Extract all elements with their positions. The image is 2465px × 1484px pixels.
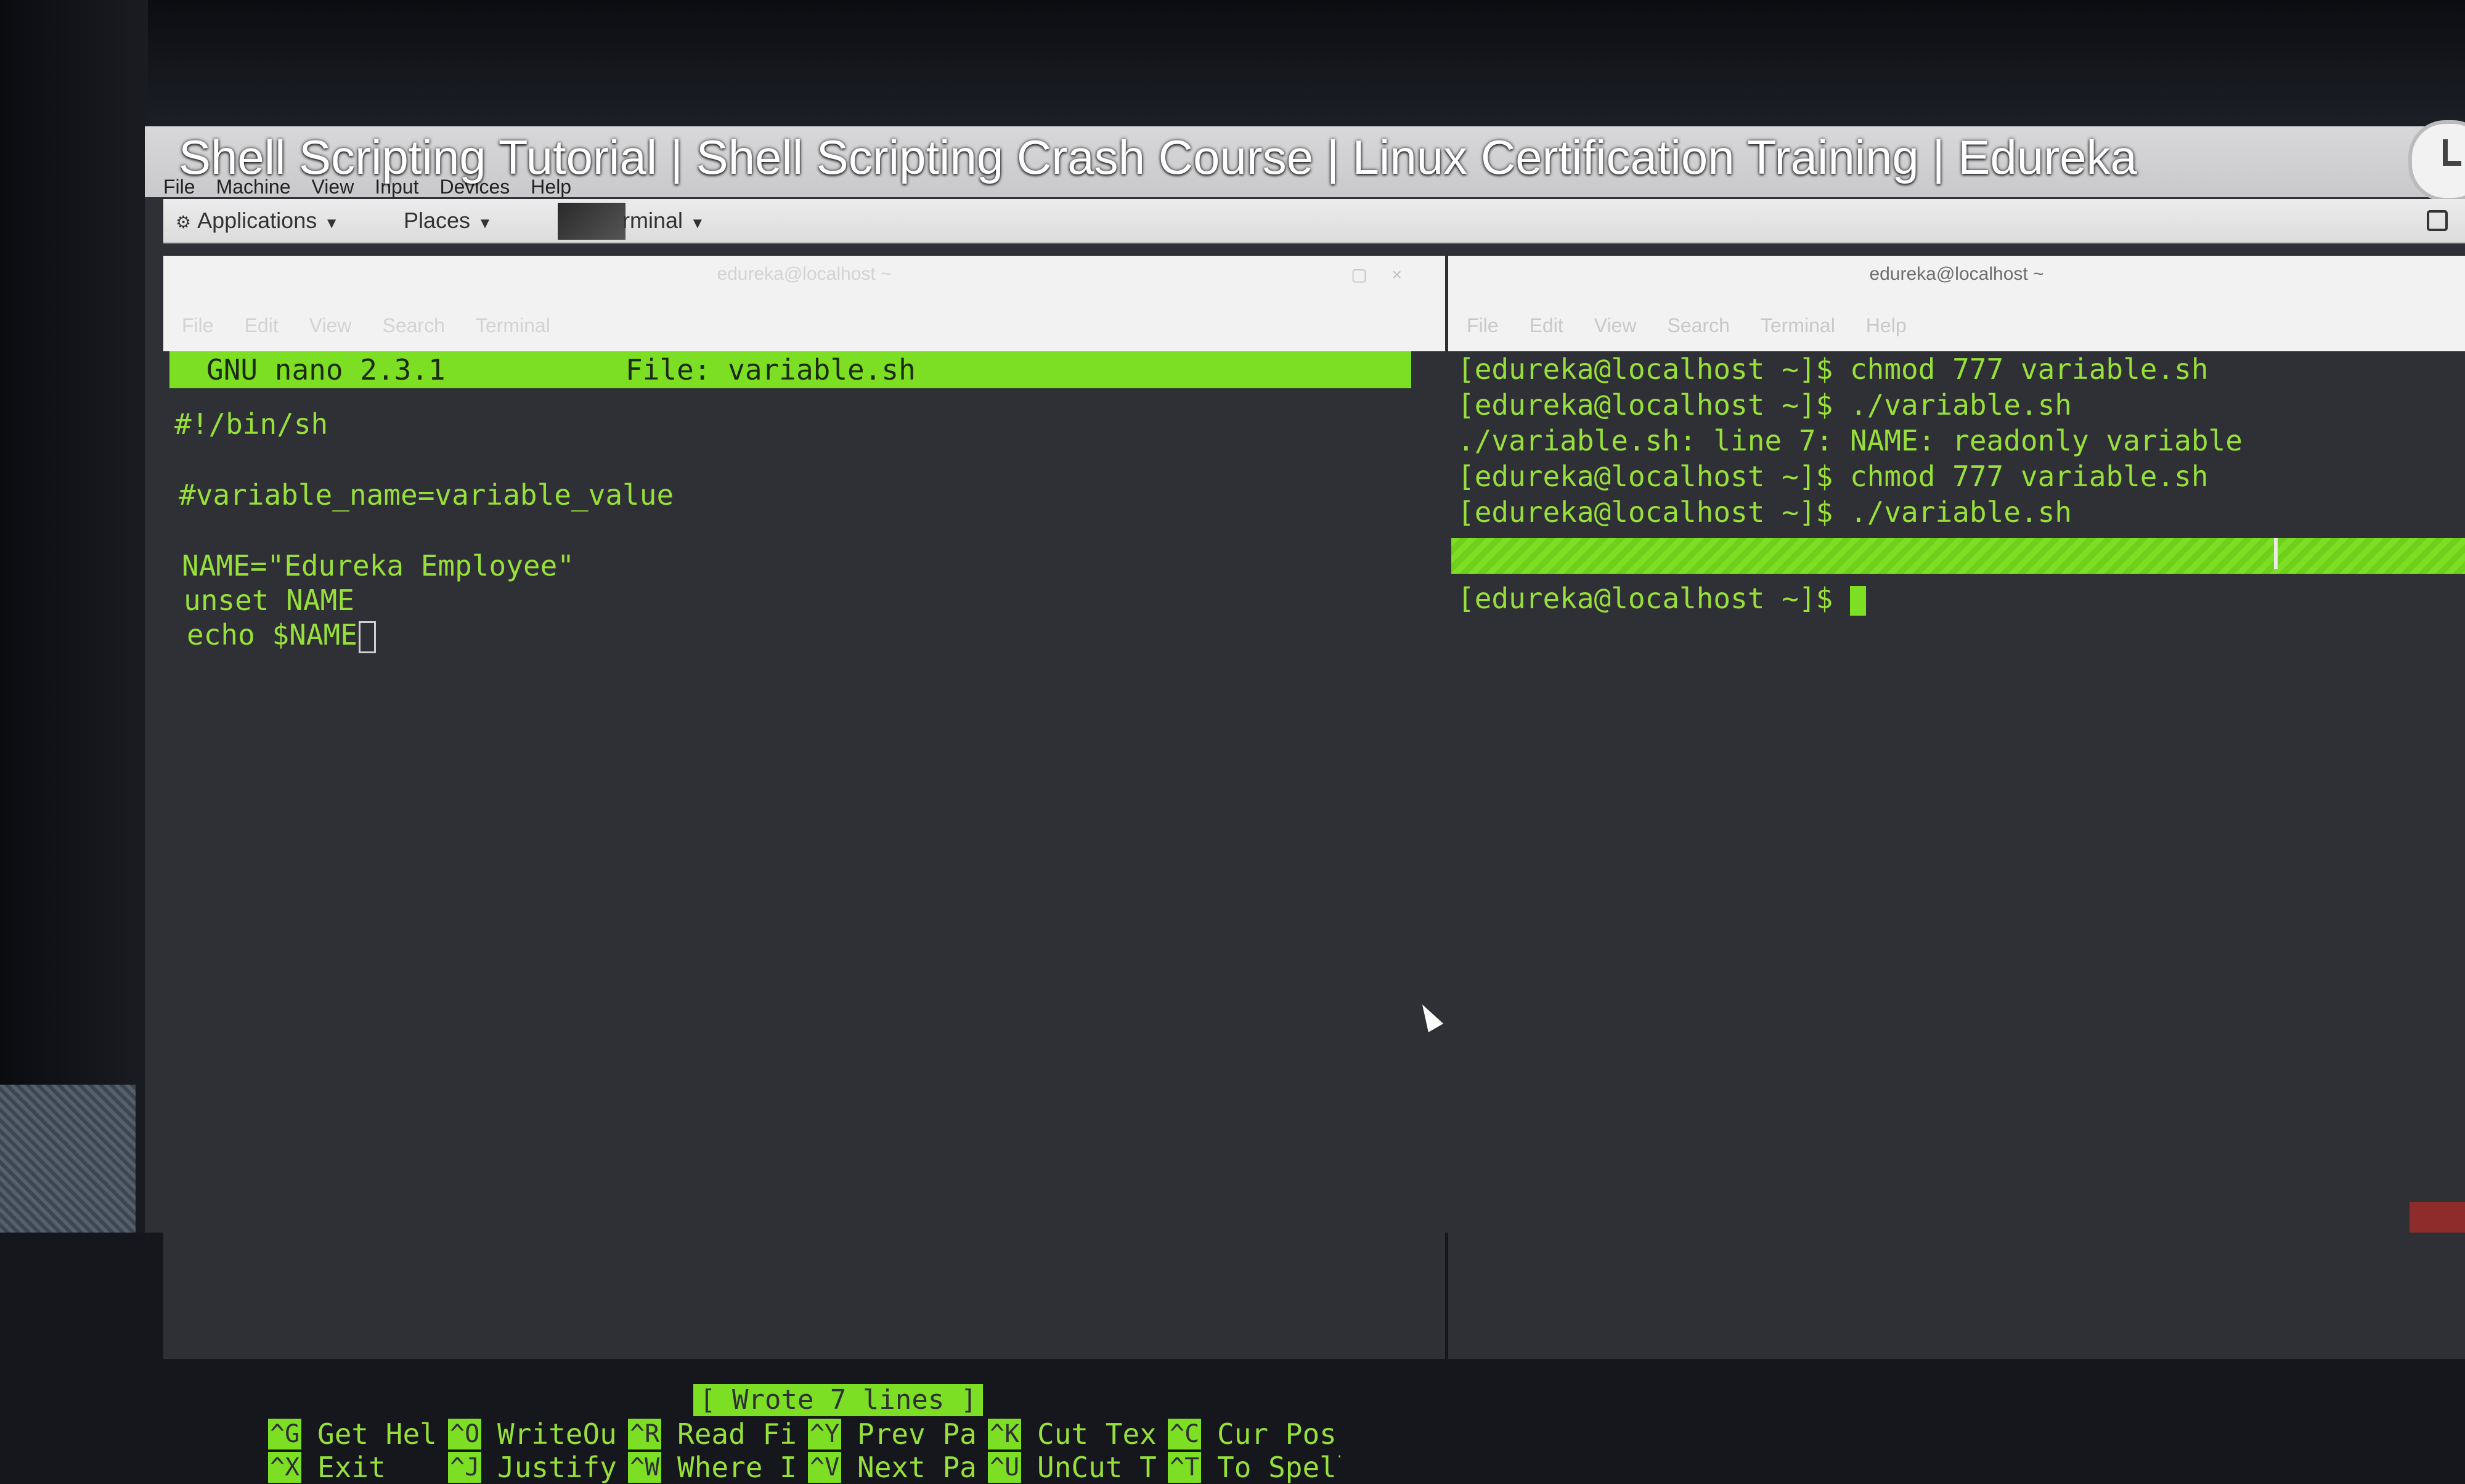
shortcut-label: Read Fi [677,1417,797,1451]
shortcut-key: ^U [988,1452,1022,1483]
output-line-4: [edureka@localhost ~]$ chmod 777 variabl… [1457,460,2209,493]
shortcut-exit[interactable]: ^X Exit [268,1451,448,1484]
output-line-3: ./variable.sh: line 7: NAME: readonly va… [1457,424,2243,457]
output-line-1: [edureka@localhost ~]$ chmod 777 variabl… [1457,353,2209,386]
shortcut-prev-page[interactable]: ^Y Prev Pa [808,1417,988,1451]
nano-editor[interactable]: GNU nano 2.3.1 File: variable.sh #!/bin/s… [163,351,1445,1484]
menu-help[interactable]: Help [1866,314,1907,337]
menu-terminal[interactable]: Terminal [1761,314,1835,337]
shell-output[interactable]: [edureka@localhost ~]$ chmod 777 variabl… [1448,351,2465,1359]
block-cursor [1849,585,1866,616]
shortcut-key: ^J [448,1452,482,1483]
shortcut-key: ^C [1168,1419,1202,1449]
shortcut-label: Prev Pa [857,1417,977,1451]
shortcut-key: ^W [628,1452,662,1483]
shortcut-key: ^Y [808,1419,842,1449]
shortcut-justify[interactable]: ^J Justify [448,1451,628,1484]
code-line-7-text: echo $NAME [187,618,357,651]
nano-version: GNU nano 2.3.1 [206,353,446,386]
shortcut-cut-text[interactable]: ^K Cut Tex [988,1417,1168,1451]
menu-edit[interactable]: Edit [1530,314,1563,337]
shortcut-writeout[interactable]: ^O WriteOu [448,1417,628,1451]
shortcut-next-page[interactable]: ^V Next Pa [808,1451,988,1484]
menu-terminal[interactable]: Terminal [476,314,550,337]
chevron-down-icon: ▼ [478,215,492,232]
shortcut-key: ^X [268,1452,302,1483]
menu-view[interactable]: View [309,314,352,337]
shell-window-title: edureka@localhost ~ [1869,264,2044,284]
shortcut-key: ^K [988,1419,1022,1449]
shortcut-label: Cut Tex [1037,1417,1157,1451]
applications-icon: ⚙ [176,213,192,232]
terminal-menu[interactable]: rminal ▼ [622,205,705,236]
shell-prompt: [edureka@localhost ~]$ [1457,582,1850,615]
code-line-7: echo $NAME [187,618,376,653]
ibeam-cursor-icon [2274,538,2278,569]
output-line-2: [edureka@localhost ~]$ ./variable.sh [1457,388,2072,422]
shortcut-where-is[interactable]: ^W Where I [628,1451,808,1484]
nano-filename: File: variable.sh [625,353,916,386]
places-label: Places [404,208,471,233]
code-line-1: #!/bin/sh [174,407,328,441]
window-controls[interactable]: ▢× [1351,264,1427,285]
shell-window-menubar: File Edit View Search Terminal Help [1467,314,1907,337]
shell-terminal-window: edureka@localhost ~ File Edit View Searc… [1448,256,2465,1359]
shortcut-label: Get Hel [317,1417,437,1451]
video-play-icon[interactable] [2410,1202,2465,1233]
nano-terminal-window: edureka@localhost ~ ▢× File Edit View Se… [163,256,1445,1484]
shortcut-label: Where I [677,1451,797,1484]
terminal-app-icon [558,203,625,240]
shortcut-label: WriteOu [497,1417,617,1451]
shortcut-get-help[interactable]: ^G Get Hel [268,1417,448,1451]
applications-menu[interactable]: ⚙ Applications ▼ [176,205,339,236]
chevron-down-icon: ▼ [324,215,339,232]
shortcut-label: Next Pa [857,1451,977,1484]
shortcut-label: UnCut T [1037,1451,1157,1484]
text-cursor [358,621,376,653]
shortcut-label: To Spell [1217,1451,1340,1484]
code-line-5: NAME="Edureka Employee" [182,549,574,582]
menu-file[interactable]: File [182,314,214,337]
monitor-bezel-top [0,0,2465,126]
output-line-5: [edureka@localhost ~]$ ./variable.sh [1457,495,2072,529]
shortcut-cur-pos[interactable]: ^C Cur Pos [1168,1417,1348,1451]
desk-surface [0,1085,136,1233]
menu-file[interactable]: File [1467,314,1499,337]
nano-window-title: edureka@localhost ~ [717,264,892,284]
terminal-menu-label: rminal [622,208,683,233]
shortcut-uncut-text[interactable]: ^U UnCut T [988,1451,1168,1484]
selection-highlight [1451,538,2465,574]
menu-search[interactable]: Search [1667,314,1729,337]
shortcut-key: ^R [628,1419,662,1449]
menu-view[interactable]: View [1594,314,1637,337]
prompt-line: [edureka@localhost ~]$ [1457,581,1866,616]
shortcut-row-1: ^G Get Hel ^O WriteOu ^R Read Fi ^Y Prev Pa … [268,1417,1348,1451]
monitor-bezel-left [0,0,148,1233]
shortcut-label: Cur Pos [1217,1417,1337,1451]
applications-label: Applications [197,208,317,233]
places-menu[interactable]: Places ▼ [404,205,492,236]
shortcut-read-file[interactable]: ^R Read Fi [628,1417,808,1451]
code-line-6: unset NAME [184,584,354,617]
shortcut-row-2: ^X Exit ^J Justify ^W Where I ^V Next Pa ^U U… [268,1451,1348,1484]
shortcut-key: ^T [1168,1452,1202,1483]
menu-edit[interactable]: Edit [245,314,279,337]
shortcut-key: ^O [448,1419,482,1449]
video-title: Shell Scripting Tutorial | Shell Scripti… [179,130,2137,184]
code-line-3: #variable_name=variable_value [179,478,674,512]
nano-header-bar: GNU nano 2.3.1 File: variable.sh [169,351,1411,388]
shortcut-to-spell[interactable]: ^T To Spell [1168,1451,1348,1484]
nano-shortcut-bar: ^G Get Hel ^O WriteOu ^R Read Fi ^Y Prev Pa … [268,1417,1348,1484]
shortcut-label: Exit [317,1451,386,1484]
shortcut-key: ^V [808,1452,842,1483]
menu-search[interactable]: Search [382,314,444,337]
screen: File Machine View Input Devices Help She… [145,120,2465,1484]
chevron-down-icon: ▼ [690,215,705,232]
nano-window-menubar: File Edit View Search Terminal [182,314,550,337]
gnome-top-bar: ⚙ Applications ▼ Places ▼ rminal ▼ [163,199,2465,243]
workspace-icon[interactable] [2427,210,2448,231]
nano-status-message: [ Wrote 7 lines ] [693,1384,984,1416]
shortcut-key: ^G [268,1419,302,1449]
shortcut-label: Justify [497,1451,617,1484]
